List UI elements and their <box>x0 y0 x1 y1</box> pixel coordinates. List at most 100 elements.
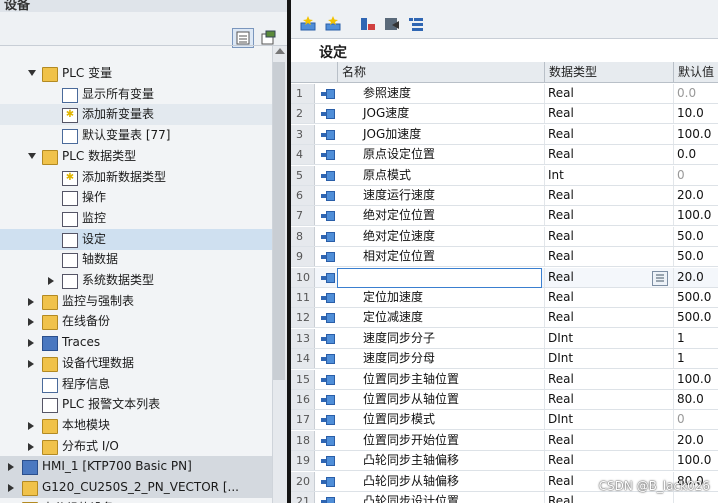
element-data-type[interactable]: Real <box>548 308 574 327</box>
element-default-value[interactable]: 0.0 <box>677 84 696 103</box>
tree-item[interactable]: ✱ 添加新变量表 <box>0 104 272 126</box>
tree-item[interactable]: Traces <box>0 332 272 353</box>
tree-item[interactable]: PLC 变量 <box>0 63 272 84</box>
collapsed-arrow-icon[interactable] <box>28 421 34 430</box>
tree-scrollbar-thumb[interactable] <box>273 62 285 380</box>
element-data-type[interactable]: Real <box>548 125 574 144</box>
element-default-value[interactable]: 20.0 <box>677 268 704 287</box>
element-default-value[interactable]: 80.0 <box>677 390 704 409</box>
header-default-value[interactable]: 默认值 <box>673 62 718 82</box>
row-number[interactable]: 15 <box>291 369 315 389</box>
row-number[interactable]: 20 <box>291 471 315 491</box>
row-number[interactable]: 6 <box>291 186 315 205</box>
element-name[interactable]: 原点设定位置 <box>363 145 435 164</box>
element-name[interactable]: 绝对定位速度 <box>363 227 435 246</box>
tree-item[interactable]: HMI_1 [KTP700 Basic PN] <box>0 456 272 478</box>
row-number[interactable]: 2 <box>291 104 315 124</box>
table-row[interactable]: 12 定位减速度 Real 500.0 <box>291 308 718 329</box>
element-name[interactable]: 位置同步开始位置 <box>363 431 459 450</box>
element-name[interactable]: 位置同步从轴位置 <box>363 390 459 409</box>
table-row[interactable]: 15 位置同步主轴位置 Real 100.0 <box>291 369 718 390</box>
expand-all-button[interactable] <box>407 15 425 33</box>
table-row[interactable]: 21 凸轮同步设计位置 Real <box>291 492 718 503</box>
table-row[interactable]: 5 原点模式 Int 0 <box>291 165 718 186</box>
snapshot-button[interactable] <box>383 15 401 33</box>
element-default-value[interactable]: 0.0 <box>677 145 696 164</box>
element-name[interactable]: 定位减速度 <box>363 308 423 327</box>
element-name[interactable]: JOG速度 <box>363 104 409 123</box>
element-data-type[interactable]: Int <box>548 166 564 185</box>
collapsed-arrow-icon[interactable] <box>8 463 14 472</box>
element-name[interactable]: 速度运行速度 <box>363 186 435 205</box>
element-data-type[interactable]: Real <box>548 288 574 307</box>
table-row[interactable]: 14 速度同步分母 DInt 1 <box>291 349 718 370</box>
expanded-arrow-icon[interactable] <box>28 152 36 159</box>
element-data-type[interactable]: Real <box>548 186 574 205</box>
table-row[interactable]: 3 JOG加速度 Real 100.0 <box>291 124 718 145</box>
element-name[interactable]: JOG加速度 <box>363 125 421 144</box>
tree-item[interactable]: 轴数据 <box>0 249 272 270</box>
element-default-value[interactable]: 10.0 <box>677 104 704 123</box>
element-data-type[interactable]: Real <box>548 472 574 491</box>
row-number[interactable]: 16 <box>291 390 315 409</box>
add-row-button[interactable] <box>324 15 342 33</box>
element-name[interactable]: 凸轮同步设计位置 <box>363 492 459 503</box>
name-edit-field[interactable] <box>337 268 542 288</box>
tree-item[interactable]: 监控与强制表 <box>0 291 272 312</box>
tree-item[interactable]: 分布式 I/O <box>0 436 272 457</box>
tree-item[interactable]: 在线备份 <box>0 311 272 332</box>
element-default-value[interactable]: 20.0 <box>677 186 704 205</box>
tree-item[interactable]: 未分组的设备 <box>0 498 272 503</box>
table-row[interactable]: 16 位置同步从轴位置 Real 80.0 <box>291 390 718 410</box>
table-row[interactable]: 2 JOG速度 Real 10.0 <box>291 104 718 125</box>
element-data-type[interactable]: Real <box>548 206 574 225</box>
row-number[interactable]: 11 <box>291 288 315 307</box>
tree-item[interactable]: G120_CU250S_2_PN_VECTOR [... <box>0 477 272 498</box>
header-data-type[interactable]: 数据类型 <box>544 62 673 82</box>
element-name[interactable]: 位置同步模式 <box>363 410 435 429</box>
table-row[interactable]: 1 参照速度 Real 0.0 <box>291 84 718 104</box>
collapsed-arrow-icon[interactable] <box>48 277 54 285</box>
element-data-type[interactable]: DInt <box>548 410 573 429</box>
collapsed-arrow-icon[interactable] <box>8 484 14 492</box>
collapsed-arrow-icon[interactable] <box>28 297 34 306</box>
table-row[interactable]: 17 位置同步模式 DInt 0 <box>291 410 718 431</box>
element-data-type[interactable]: Real <box>548 84 574 103</box>
row-number[interactable]: 8 <box>291 226 315 246</box>
element-name[interactable]: 原点模式 <box>363 166 411 185</box>
table-row[interactable]: 4 原点设定位置 Real 0.0 <box>291 145 718 166</box>
element-default-value[interactable]: 50.0 <box>677 227 704 246</box>
element-data-type[interactable]: Real <box>548 227 574 246</box>
element-data-type[interactable]: Real <box>548 492 574 503</box>
insert-row-button[interactable] <box>299 15 317 33</box>
element-default-value[interactable]: 100.0 <box>677 451 711 470</box>
tree-item[interactable]: PLC 报警文本列表 <box>0 394 272 415</box>
collapsed-arrow-icon[interactable] <box>28 339 34 348</box>
element-name[interactable]: 位置同步主轴位置 <box>363 370 459 389</box>
element-data-type[interactable]: DInt <box>548 349 573 368</box>
row-number[interactable]: 3 <box>291 124 315 144</box>
monitor-button[interactable] <box>359 15 377 33</box>
table-row[interactable]: 18 位置同步开始位置 Real 20.0 <box>291 430 718 451</box>
row-number[interactable]: 10 <box>291 267 315 287</box>
header-name[interactable]: 名称 <box>337 62 544 82</box>
element-data-type[interactable]: Real <box>548 431 574 450</box>
element-default-value[interactable]: 100.0 <box>677 125 711 144</box>
row-number[interactable]: 14 <box>291 349 315 369</box>
table-row[interactable]: 9 相对定位位置 Real 50.0 <box>291 247 718 268</box>
row-number[interactable]: 12 <box>291 308 315 328</box>
collapsed-arrow-icon[interactable] <box>28 442 34 451</box>
row-number[interactable]: 7 <box>291 206 315 226</box>
row-number[interactable]: 19 <box>291 451 315 471</box>
tree-item[interactable]: 监控 <box>0 208 272 229</box>
table-row[interactable]: 6 速度运行速度 Real 20.0 <box>291 186 718 206</box>
tree-item[interactable]: 程序信息 <box>0 374 272 395</box>
element-data-type[interactable]: Real <box>548 451 574 470</box>
element-data-type[interactable]: Real <box>548 247 574 266</box>
row-number[interactable]: 18 <box>291 430 315 450</box>
element-default-value[interactable]: 0 <box>677 410 685 429</box>
tree-item[interactable]: PLC 数据类型 <box>0 146 272 167</box>
element-name[interactable]: 定位加速度 <box>363 288 423 307</box>
table-row[interactable]: 13 速度同步分子 DInt 1 <box>291 328 718 349</box>
element-data-type[interactable]: Real <box>548 104 574 123</box>
